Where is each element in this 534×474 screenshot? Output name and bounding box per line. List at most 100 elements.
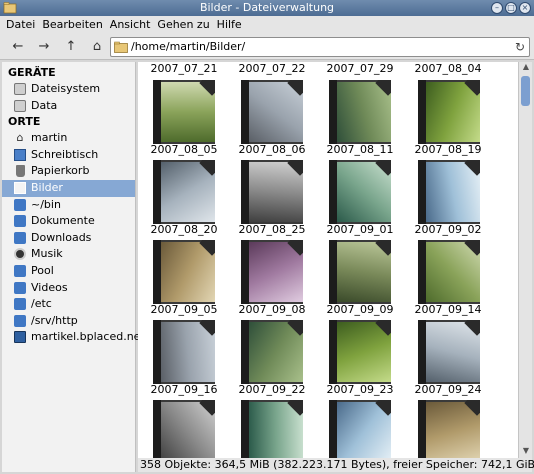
menu-bearbeiten[interactable]: Bearbeiten [40,16,107,34]
folder-thumbnail[interactable] [329,160,391,224]
folder-label[interactable]: 2007_09_05 [144,303,224,316]
scroll-down-icon[interactable]: ▼ [519,446,533,458]
sidebar-item-bilder[interactable]: Bilder [2,179,135,197]
folder-thumbnail[interactable] [418,240,480,304]
folder-label[interactable]: 2007_08_25 [232,223,312,236]
folder-label[interactable]: 2007_07_22 [232,62,312,75]
sidebar-item-pool[interactable]: Pool [2,263,135,280]
folder-edge [153,320,161,384]
sidebar-item-label: Pool [31,263,54,277]
folder-thumbnail[interactable] [153,400,215,458]
status-bar: 358 Objekte: 364,5 MiB (382.223.171 Byte… [138,458,534,472]
folder-label[interactable]: 2007_07_29 [320,62,400,75]
icon-view[interactable]: 2007_07_21 2007_07_22 2007_07_29 2007_08_04… [138,62,518,458]
folder-icon [14,314,26,327]
sidebar-item-label: Downloads [31,230,92,244]
arrow-up-icon: ↑ [65,39,77,54]
close-button[interactable]: × [519,2,531,14]
folder-label[interactable]: 2007_08_06 [232,143,312,156]
folder-label[interactable]: 2007_08_19 [408,143,488,156]
sidebar-item-bin[interactable]: ~/bin [2,197,135,214]
folder-label[interactable]: 2007_09_23 [320,383,400,396]
folder-thumbnail[interactable] [241,160,303,224]
forward-button[interactable]: → [35,38,53,56]
sidebar-item-dateisystem[interactable]: Dateisystem [2,81,135,98]
sidebar-item-data[interactable]: Data [2,98,135,115]
up-button[interactable]: ↑ [62,38,80,56]
disk-icon [14,99,26,112]
folder-thumbnail[interactable] [153,80,215,144]
vertical-scrollbar[interactable]: ▲ ▼ [518,62,532,458]
folder-thumbnail[interactable] [241,240,303,304]
location-path[interactable]: /home/martin/Bilder/ [131,38,245,56]
folder-label[interactable]: 2007_09_22 [232,383,312,396]
folder-label[interactable]: 2007_08_11 [320,143,400,156]
folder-label[interactable]: 2007_09_08 [232,303,312,316]
folder-label[interactable]: 2007_09_14 [408,303,488,316]
sidebar-item-srv-http[interactable]: /srv/http [2,313,135,330]
sidebar-item-martikel[interactable]: martikel.bplaced.net [2,329,145,346]
folder-edge [153,80,161,144]
folder-thumbnail[interactable] [241,400,303,458]
menu-ansicht[interactable]: Ansicht [108,16,156,34]
sidebar-item-label: /srv/http [31,313,78,327]
folder-thumbnail[interactable] [241,80,303,144]
sidebar-item-etc[interactable]: /etc [2,296,135,313]
sidebar-item-papierkorb[interactable]: Papierkorb [2,163,135,180]
sidebar-item-label: Data [31,98,58,112]
minimize-button[interactable]: – [491,2,503,14]
scrollbar-thumb[interactable] [521,76,530,106]
sidebar-item-musik[interactable]: Musik [2,246,135,263]
folder-label[interactable]: 2007_09_01 [320,223,400,236]
folder-thumbnail[interactable] [153,160,215,224]
folder-thumbnail[interactable] [329,240,391,304]
menu-hilfe[interactable]: Hilfe [215,16,247,34]
toolbar: ← → ↑ ⌂ /home/martin/Bilder/ ↻ [0,34,534,60]
sidebar-item-dokumente[interactable]: Dokumente [2,213,135,230]
folder-label[interactable]: 2007_09_02 [408,223,488,236]
home-icon: ⌂ [16,131,24,145]
menu-gehen-zu[interactable]: Gehen zu [155,16,214,34]
folder-thumbnail[interactable] [329,80,391,144]
sidebar-item-label: Dateisystem [31,82,101,95]
folder-edge [153,240,161,304]
disk-icon [14,83,26,95]
maximize-button[interactable]: □ [505,2,517,14]
sidebar-item-videos[interactable]: Videos [2,280,135,297]
folder-thumbnail[interactable] [329,400,391,458]
folder-edge [329,240,337,304]
folder-edge [418,320,426,384]
folder-thumbnail[interactable] [153,240,215,304]
folder-label[interactable]: 2007_09_09 [320,303,400,316]
sidebar-item-schreibtisch[interactable]: Schreibtisch [2,147,135,164]
folder-thumbnail[interactable] [329,320,391,384]
menu-datei[interactable]: Datei [4,16,40,34]
arrow-right-icon: → [38,39,50,54]
title-bar[interactable]: Bilder - Dateiverwaltung – □ × [0,0,534,16]
folder-label[interactable]: 2007_08_05 [144,143,224,156]
back-button[interactable]: ← [9,38,27,56]
sidebar-item-downloads[interactable]: Downloads [2,230,135,247]
sidebar-item-label: Musik [31,247,63,261]
folder-label[interactable]: 2007_07_21 [144,62,224,75]
sidebar-item-martin[interactable]: ⌂ martin [2,130,135,147]
folder-thumbnail[interactable] [153,320,215,384]
folder-label[interactable]: 2007_09_16 [144,383,224,396]
reload-icon[interactable]: ↻ [515,38,525,56]
folder-thumbnail[interactable] [418,80,480,144]
home-button[interactable]: ⌂ [88,38,106,56]
folder-thumbnail[interactable] [418,320,480,384]
folder-icon [14,298,26,311]
folder-thumbnail[interactable] [241,320,303,384]
folder-edge [329,80,337,144]
scroll-up-icon[interactable]: ▲ [519,62,533,74]
window-title: Bilder - Dateiverwaltung [199,1,335,14]
folder-thumbnail[interactable] [418,400,480,458]
folder-label[interactable]: 2007_08_04 [408,62,488,75]
folder-icon [114,41,128,53]
folder-label[interactable]: 2007_08_20 [144,223,224,236]
folder-label[interactable]: 2007_09_24 [408,383,488,396]
location-bar[interactable]: /home/martin/Bilder/ ↻ [110,37,530,57]
folder-thumbnail[interactable] [418,160,480,224]
sidebar-item-label: martin [31,131,68,145]
